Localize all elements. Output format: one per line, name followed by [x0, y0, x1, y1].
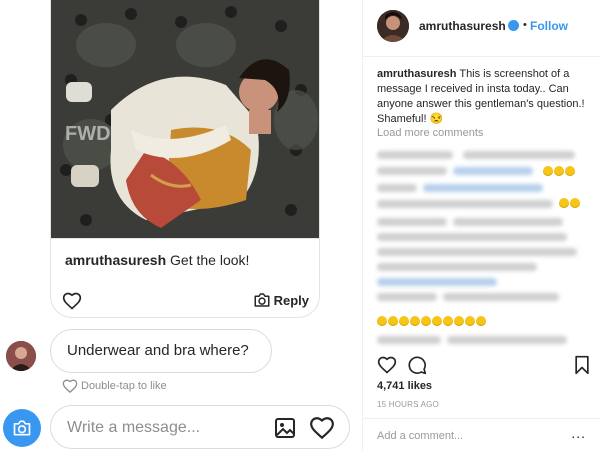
message-input[interactable]	[67, 416, 257, 440]
blurred-comment	[377, 233, 567, 241]
emoji-row	[543, 166, 575, 176]
heart-outline-icon[interactable]	[377, 355, 397, 375]
shared-caption-text: Get the look!	[170, 252, 250, 268]
avatar[interactable]	[377, 10, 409, 42]
image-icon[interactable]	[273, 416, 297, 440]
camera-icon	[13, 420, 31, 436]
post-caption: amruthasuresh This is screenshot of a me…	[377, 67, 589, 127]
shared-caption-username[interactable]: amruthasuresh	[65, 252, 166, 268]
reply-label: Reply	[273, 292, 309, 308]
blurred-comment	[463, 151, 575, 159]
heart-outline-icon[interactable]	[309, 415, 335, 441]
post-timestamp[interactable]: 15 HOURS AGO	[377, 400, 439, 409]
verified-badge-icon	[508, 20, 519, 31]
post-username[interactable]: amruthasuresh	[419, 19, 506, 33]
blurred-comment	[377, 293, 437, 301]
post-panel: amruthasuresh • Follow amruthasuresh Thi…	[362, 0, 600, 450]
message-bubble[interactable]: Underwear and bra where?	[50, 329, 272, 373]
blurred-comment	[453, 167, 533, 175]
blurred-comment	[377, 151, 453, 159]
blurred-comment	[377, 184, 417, 192]
blurred-comment	[423, 184, 543, 192]
card-divider	[51, 238, 319, 239]
heart-outline-icon[interactable]	[62, 291, 82, 311]
blurred-comment	[377, 200, 553, 208]
blurred-comment	[377, 248, 577, 256]
blurred-comment	[453, 218, 563, 226]
double-tap-label: Double-tap to like	[81, 379, 167, 392]
reply-button[interactable]: Reply	[253, 292, 309, 308]
shared-post-photo[interactable]: FWD	[51, 0, 319, 238]
blurred-comment	[377, 336, 441, 344]
likes-count[interactable]: 4,741 likes	[377, 380, 432, 392]
photo-watermark: FWD	[65, 123, 111, 145]
comment-icon[interactable]	[407, 355, 427, 375]
comment-divider	[363, 418, 600, 419]
caption-username[interactable]: amruthasuresh	[377, 68, 456, 80]
double-tap-hint[interactable]: Double-tap to like	[62, 378, 167, 393]
camera-icon	[254, 293, 270, 307]
add-comment-input[interactable]: Add a comment...	[377, 430, 463, 442]
blurred-comment	[443, 293, 559, 301]
blurred-comment	[377, 278, 497, 286]
more-options-button[interactable]: ...	[571, 425, 586, 441]
avatar[interactable]	[6, 341, 36, 371]
header-divider	[363, 56, 600, 57]
load-more-comments[interactable]: Load more comments	[377, 127, 483, 139]
separator-dot: •	[523, 19, 527, 31]
follow-button[interactable]: Follow	[530, 19, 568, 33]
blurred-comment	[377, 218, 447, 226]
emoji-row	[559, 198, 580, 208]
blurred-comment	[377, 263, 537, 271]
bookmark-icon[interactable]	[573, 355, 591, 375]
blurred-comment	[377, 167, 447, 175]
camera-button[interactable]	[3, 409, 41, 447]
shared-post-caption: amruthasuresh Get the look!	[65, 252, 249, 268]
heart-outline-icon	[62, 379, 78, 393]
blurred-comment	[447, 336, 567, 344]
emoji-row	[377, 316, 486, 326]
message-composer	[50, 405, 350, 449]
post-actions	[377, 355, 591, 375]
shared-post-card[interactable]: FWD amruthasuresh Get the look! Reply	[50, 0, 320, 318]
